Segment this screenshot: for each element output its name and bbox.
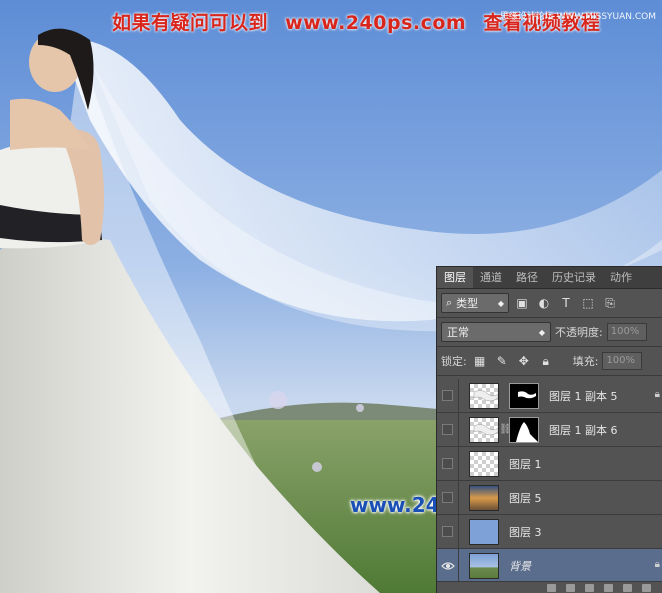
search-icon: ⌕ (446, 296, 453, 309)
visibility-toggle[interactable] (437, 514, 459, 549)
layer-thumbnail (469, 552, 499, 579)
blend-row: 正常 ◆ 不透明度: 100% (437, 318, 662, 346)
lock-pixels-icon[interactable]: ✎ (493, 352, 511, 370)
chevron-updown-icon: ◆ (497, 298, 504, 308)
adjustment-layer-icon[interactable] (604, 584, 613, 592)
shape-filter-icon[interactable]: ⬚ (579, 294, 597, 312)
blend-mode-select[interactable]: 正常 ◆ (441, 322, 551, 342)
fill-label: 填充: (572, 355, 599, 368)
adjustment-filter-icon[interactable]: ◐ (535, 294, 553, 312)
filter-row: ⌕ 类型 ◆ ▣ ◐ T ⬚ ⎘ (437, 289, 662, 317)
layer-filter-select[interactable]: ⌕ 类型 ◆ (441, 293, 509, 313)
visibility-off-icon (442, 492, 453, 503)
visibility-toggle[interactable] (437, 412, 459, 447)
corner-watermark: 思缘设计论坛 WWW.MISSYUAN.COM (499, 12, 656, 22)
layer-row[interactable]: 图层 5 (437, 480, 662, 515)
layer-thumbnail (469, 416, 499, 443)
eye-icon (440, 561, 455, 570)
layer-thumbnail (469, 382, 499, 409)
link-layers-icon[interactable] (547, 584, 556, 592)
lock-transparency-icon[interactable]: ▦ (471, 352, 489, 370)
lock-label: 锁定: (441, 355, 467, 368)
tab-actions[interactable]: 动作 (603, 267, 639, 288)
layer-filter-label: 类型 (456, 297, 479, 310)
layer-row[interactable]: 图层 3 (437, 514, 662, 549)
visibility-off-icon (442, 390, 453, 401)
tab-channels[interactable]: 通道 (473, 267, 509, 288)
top-watermark-url[interactable]: www.240ps.com (285, 12, 466, 34)
layer-row[interactable]: ⛓ 图层 1 副本 6 (437, 412, 662, 447)
layer-mask-thumbnail[interactable] (509, 382, 539, 409)
layer-thumbnail (469, 484, 499, 511)
layer-row[interactable]: 图层 1 副本 5 🔒︎ (437, 378, 662, 413)
panel-tabbar: 图层 通道 路径 历史记录 动作 (437, 267, 662, 289)
tab-paths[interactable]: 路径 (509, 267, 545, 288)
visibility-toggle[interactable] (437, 378, 459, 413)
add-mask-icon[interactable] (585, 584, 594, 592)
visibility-off-icon (442, 424, 453, 435)
lock-icon: 🔒︎ (654, 389, 660, 400)
image-filter-icon[interactable]: ▣ (513, 294, 531, 312)
visibility-off-icon (442, 458, 453, 469)
fx-icon[interactable] (566, 584, 575, 592)
layer-row[interactable]: 图层 1 (437, 446, 662, 481)
layer-name[interactable]: 图层 3 (509, 524, 542, 540)
layer-name[interactable]: 图层 1 (509, 456, 542, 472)
tab-history[interactable]: 历史记录 (545, 267, 603, 288)
chain-link-icon[interactable]: ⛓ (499, 424, 512, 435)
opacity-label: 不透明度: (555, 326, 603, 339)
layer-thumbnail (469, 518, 499, 545)
type-filter-icon[interactable]: T (557, 294, 575, 312)
visibility-toggle[interactable] (437, 480, 459, 515)
visibility-off-icon (442, 526, 453, 537)
layer-name[interactable]: 图层 1 副本 6 (549, 422, 618, 438)
chevron-updown-icon: ◆ (538, 327, 545, 337)
layer-name[interactable]: 图层 1 副本 5 (549, 388, 618, 404)
layer-row-selected[interactable]: 背景 🔒︎ (437, 548, 662, 583)
new-group-icon[interactable] (623, 584, 632, 592)
visibility-toggle[interactable] (437, 446, 459, 481)
fill-field[interactable]: 100% (602, 352, 643, 370)
layer-name[interactable]: 背景 (509, 558, 531, 574)
visibility-toggle[interactable] (437, 548, 459, 583)
lock-all-icon[interactable]: 🔒︎ (537, 352, 555, 370)
layers-panel: 图层 通道 路径 历史记录 动作 ⌕ 类型 ◆ ▣ ◐ T ⬚ ⎘ 正常 ◆ 不… (436, 266, 662, 593)
lock-icon: 🔒︎ (654, 559, 660, 570)
layer-thumbnail (469, 450, 499, 477)
smart-object-filter-icon[interactable]: ⎘ (601, 294, 619, 312)
top-watermark-text: 如果有疑问可以到 (112, 12, 269, 34)
opacity-field[interactable]: 100% (606, 323, 647, 341)
new-layer-icon[interactable] (642, 584, 651, 592)
lock-row: 锁定: ▦ ✎ ✥ 🔒︎ 填充: 100% (437, 347, 662, 375)
panel-bottom-toolbar (437, 581, 662, 593)
lock-position-icon[interactable]: ✥ (515, 352, 533, 370)
layer-name[interactable]: 图层 5 (509, 490, 542, 506)
divider (437, 375, 662, 376)
tab-layers[interactable]: 图层 (437, 267, 473, 288)
layers-list: 图层 1 副本 5 🔒︎ ⛓ 图层 1 副本 6 图层 1 图层 5 图层 3 … (437, 378, 662, 583)
blend-mode-value: 正常 (447, 326, 469, 339)
layer-mask-thumbnail[interactable] (509, 416, 539, 443)
